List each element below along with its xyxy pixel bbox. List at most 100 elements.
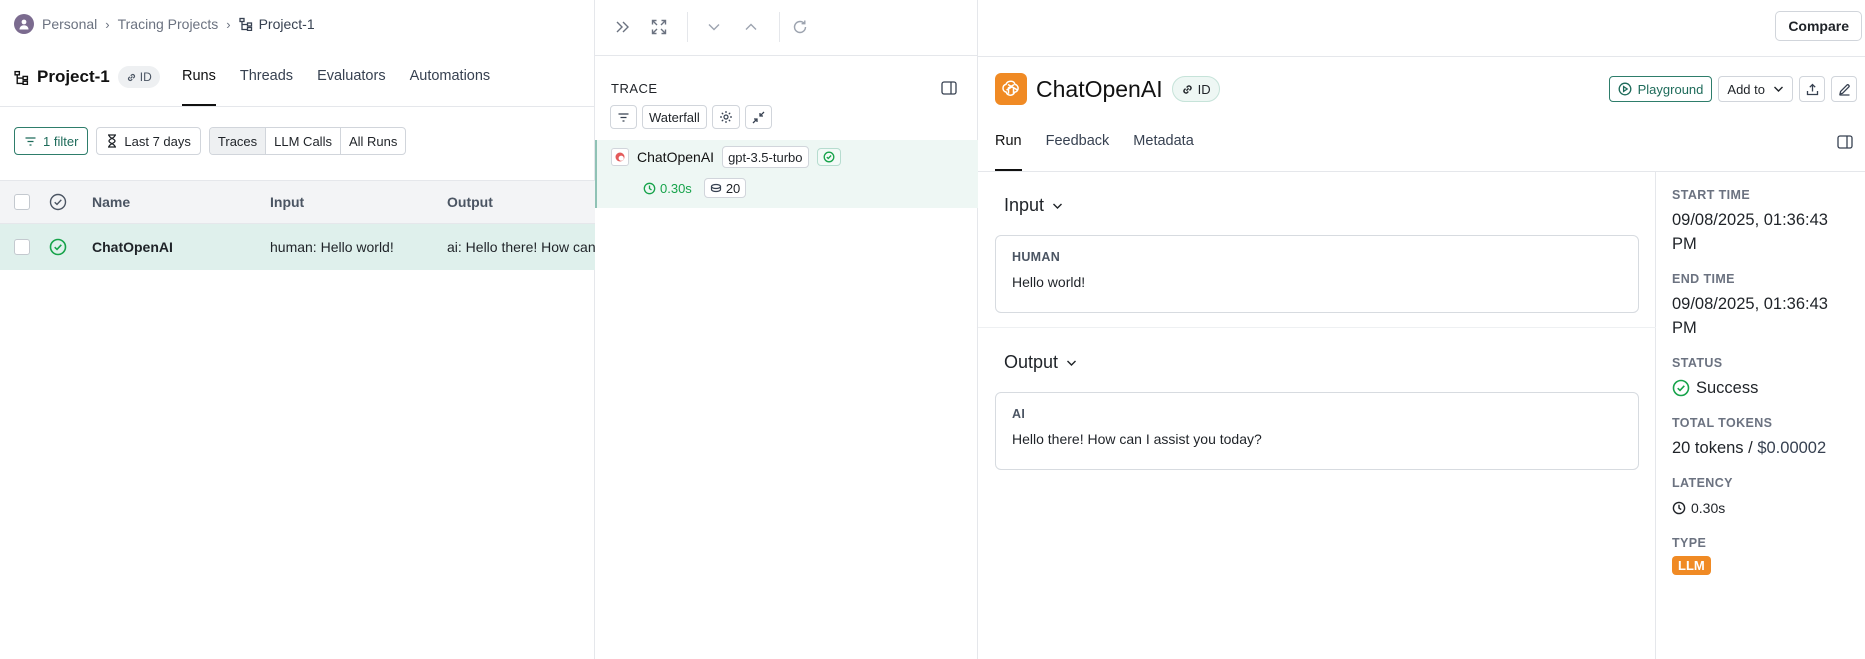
tab-run[interactable]: Run bbox=[995, 131, 1022, 171]
filter-button-label: 1 filter bbox=[43, 133, 79, 149]
collapse-panel-icon[interactable] bbox=[613, 17, 633, 37]
column-header-input[interactable]: Input bbox=[270, 181, 304, 223]
latency-block: LATENCY 0.30s bbox=[1672, 476, 1857, 520]
waterfall-toggle[interactable]: Waterfall bbox=[642, 105, 707, 129]
trace-view-tools: Waterfall bbox=[610, 105, 772, 129]
latency-value: 0.30s bbox=[660, 180, 692, 196]
openai-logo-icon bbox=[995, 73, 1027, 105]
row-input: human: Hello world! bbox=[270, 239, 394, 255]
trace-toolbar bbox=[595, 0, 978, 56]
output-role: AI bbox=[1012, 407, 1026, 421]
type-label: TYPE bbox=[1672, 536, 1707, 550]
project-title: Project-1 bbox=[37, 67, 110, 86]
status-column-header bbox=[49, 181, 67, 223]
chevron-down-icon[interactable] bbox=[704, 17, 724, 37]
column-header-name[interactable]: Name bbox=[92, 181, 130, 223]
token-count: 20 bbox=[725, 180, 741, 196]
divider bbox=[779, 12, 780, 42]
trace-settings-button[interactable] bbox=[711, 105, 740, 129]
playground-button[interactable]: Playground bbox=[1608, 76, 1713, 102]
input-section-toggle[interactable]: Input bbox=[1004, 195, 1063, 216]
table-row[interactable]: ChatOpenAI human: Hello world! ai: Hello… bbox=[0, 224, 595, 270]
start-time-block: START TIME 09/08/2025, 01:36:43 PM bbox=[1672, 188, 1857, 256]
status-text: Success bbox=[1696, 379, 1759, 397]
status-label: STATUS bbox=[1672, 356, 1723, 370]
project-id-button[interactable]: ID bbox=[117, 66, 160, 88]
share-button[interactable] bbox=[1799, 76, 1825, 102]
add-to-dropdown[interactable]: Add to bbox=[1718, 76, 1793, 102]
chevron-up-icon[interactable] bbox=[741, 17, 761, 37]
tab-threads[interactable]: Threads bbox=[240, 60, 293, 106]
project-tree-icon bbox=[14, 70, 29, 85]
hourglass-icon bbox=[108, 134, 117, 148]
status-value: Success bbox=[1672, 376, 1857, 400]
breadcrumb-project[interactable]: Project-1 bbox=[238, 16, 315, 32]
latency-text: 0.30s bbox=[1691, 500, 1726, 516]
breadcrumb-tracing-projects[interactable]: Tracing Projects bbox=[118, 16, 219, 32]
trace-filter-button[interactable] bbox=[610, 105, 637, 129]
row-checkbox[interactable] bbox=[14, 239, 30, 255]
chevron-down-icon bbox=[1067, 360, 1077, 366]
input-text: Hello world! bbox=[1012, 274, 1086, 290]
compare-button[interactable]: Compare bbox=[1775, 11, 1862, 41]
edit-button[interactable] bbox=[1831, 76, 1857, 102]
end-time-label: END TIME bbox=[1672, 272, 1735, 286]
project-tabs: Runs Threads Evaluators Automations bbox=[182, 60, 490, 106]
divider bbox=[978, 56, 1865, 57]
minimize-icon bbox=[752, 111, 765, 123]
tab-feedback[interactable]: Feedback bbox=[1046, 131, 1110, 171]
latency-label: LATENCY bbox=[1672, 476, 1733, 490]
run-id-button[interactable]: ID bbox=[1171, 76, 1220, 102]
run-type-toggle: Traces LLM Calls All Runs bbox=[208, 127, 407, 155]
end-time-value: 09/08/2025, 01:36:43 PM bbox=[1672, 295, 1828, 337]
breadcrumb: Personal › Tracing Projects › Project-1 bbox=[14, 14, 315, 34]
run-type-llm-calls[interactable]: LLM Calls bbox=[266, 128, 341, 154]
breadcrumb-workspace[interactable]: Personal bbox=[42, 16, 97, 32]
chevron-down-icon bbox=[1774, 86, 1783, 92]
row-select-cell bbox=[14, 224, 30, 270]
tab-automations[interactable]: Automations bbox=[410, 60, 491, 106]
add-to-label: Add to bbox=[1727, 81, 1765, 97]
workspace-avatar-icon[interactable] bbox=[14, 14, 34, 34]
select-all-checkbox[interactable] bbox=[14, 194, 30, 210]
select-all-cell bbox=[14, 181, 30, 223]
output-section-toggle[interactable]: Output bbox=[1004, 352, 1077, 373]
langchain-icon bbox=[611, 148, 629, 166]
chevron-down-icon bbox=[1053, 203, 1063, 209]
type-block: TYPE LLM bbox=[1672, 536, 1857, 575]
clock-icon bbox=[1672, 501, 1686, 515]
end-time-block: END TIME 09/08/2025, 01:36:43 PM bbox=[1672, 272, 1857, 340]
sidebar-toggle-icon[interactable] bbox=[941, 81, 957, 95]
gear-icon bbox=[719, 111, 732, 123]
input-message: HUMAN Hello world! bbox=[995, 235, 1639, 313]
filter-button[interactable]: 1 filter bbox=[14, 127, 89, 155]
date-range-button[interactable]: Last 7 days bbox=[96, 127, 201, 155]
runs-table-header: Name Input Output bbox=[0, 180, 595, 224]
runs-pane: Personal › Tracing Projects › Project-1 … bbox=[0, 0, 595, 659]
tab-evaluators[interactable]: Evaluators bbox=[317, 60, 386, 106]
run-tabs: Run Feedback Metadata bbox=[995, 131, 1194, 171]
chevron-right-icon: › bbox=[105, 16, 110, 32]
run-type-traces[interactable]: Traces bbox=[209, 128, 267, 154]
start-time-label: START TIME bbox=[1672, 188, 1751, 202]
token-total: 20 tokens bbox=[1672, 439, 1744, 457]
collapse-all-button[interactable] bbox=[744, 105, 772, 129]
trace-run-item[interactable]: ChatOpenAI gpt-3.5-turbo 0.30s 20 bbox=[595, 140, 978, 208]
expand-icon[interactable] bbox=[649, 17, 669, 37]
run-detail-pane: Compare ChatOpenAI ID Playground Add to bbox=[978, 0, 1865, 659]
sidebar-toggle-icon[interactable] bbox=[1837, 135, 1853, 149]
divider bbox=[978, 327, 1656, 328]
output-text: Hello there! How can I assist you today? bbox=[1012, 431, 1262, 447]
refresh-icon[interactable] bbox=[790, 17, 810, 37]
trace-pane: TRACE Waterfall ChatOpenAI gpt-3.5-turbo bbox=[595, 0, 978, 659]
run-type-all-runs[interactable]: All Runs bbox=[341, 128, 405, 154]
tab-runs[interactable]: Runs bbox=[182, 60, 216, 106]
tab-metadata[interactable]: Metadata bbox=[1133, 131, 1193, 171]
type-badge: LLM bbox=[1672, 556, 1711, 575]
divider bbox=[0, 106, 595, 107]
date-range-label: Last 7 days bbox=[124, 133, 191, 149]
token-badge: 20 bbox=[703, 178, 747, 198]
column-header-output[interactable]: Output bbox=[447, 181, 493, 223]
row-output: ai: Hello there! How can I assist you to… bbox=[447, 239, 595, 255]
project-id-label: ID bbox=[139, 70, 152, 84]
